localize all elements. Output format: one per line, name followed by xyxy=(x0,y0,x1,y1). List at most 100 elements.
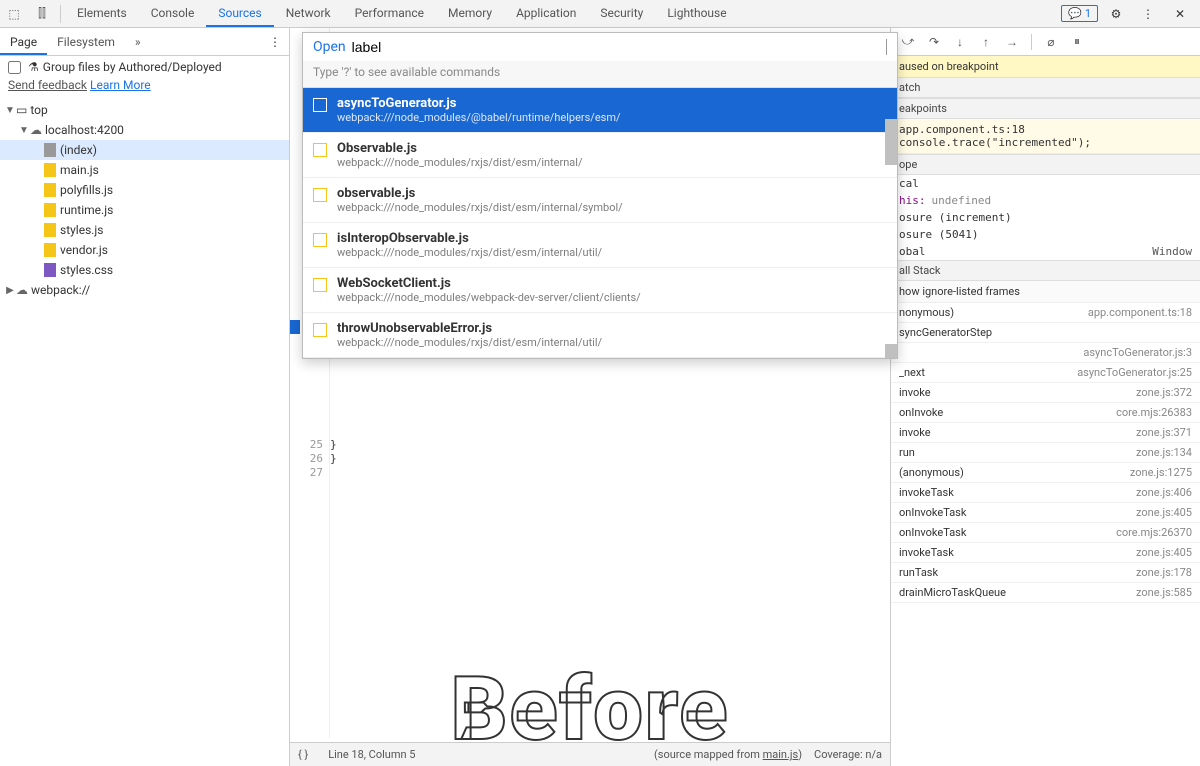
tab-sources[interactable]: Sources xyxy=(206,0,273,27)
call-stack-frame[interactable]: invokezone.js:372 xyxy=(891,383,1200,403)
deactivate-breakpoints-icon[interactable]: ⌀ xyxy=(1042,33,1060,51)
call-stack-frame[interactable]: invokeTaskzone.js:405 xyxy=(891,543,1200,563)
tab-performance[interactable]: Performance xyxy=(343,0,436,27)
file-icon xyxy=(44,183,56,197)
coverage-label: Coverage: n/a xyxy=(814,748,882,761)
tab-elements[interactable]: Elements xyxy=(65,0,139,27)
tab-page[interactable]: Page xyxy=(0,28,47,55)
more-icon[interactable]: ⋮ xyxy=(1134,0,1162,28)
file-icon xyxy=(313,233,327,247)
quick-open-dialog: Open Type '?' to see available commands … xyxy=(302,32,898,359)
file-icon xyxy=(44,203,56,217)
scope-global[interactable]: obalWindow xyxy=(891,243,1200,260)
call-stack-frame[interactable]: nonymous)app.component.ts:18 xyxy=(891,303,1200,323)
step-icon[interactable]: → xyxy=(1003,33,1021,51)
call-stack-frame[interactable]: drainMicroTaskQueuezone.js:585 xyxy=(891,583,1200,603)
file-icon xyxy=(44,243,56,257)
debug-toolbar: ⤻ ↷ ↓ ↑ → ⌀ ⏸ xyxy=(891,28,1200,56)
call-stack-frame[interactable]: onInvokeTaskzone.js:405 xyxy=(891,503,1200,523)
resume-icon[interactable]: ⤻ xyxy=(899,33,917,51)
experiment-icon: ⚗ xyxy=(28,60,39,74)
tree-host[interactable]: ▼ localhost:4200 xyxy=(0,120,289,140)
inspect-icon[interactable]: ⬚ xyxy=(0,0,28,28)
call-stack-frame[interactable]: syncGeneratorStep xyxy=(891,323,1200,343)
section-breakpoints[interactable]: eakpoints xyxy=(891,98,1200,119)
quick-open-result[interactable]: isInteropObservable.jswebpack:///node_mo… xyxy=(303,223,897,268)
tab-application[interactable]: Application xyxy=(504,0,588,27)
quick-open-result[interactable]: WebSocketClient.jswebpack:///node_module… xyxy=(303,268,897,313)
sources-navigator: Page Filesystem » ⋮ ⚗ Group files by Aut… xyxy=(0,28,290,766)
tree-file[interactable]: (index) xyxy=(0,140,289,160)
file-icon xyxy=(313,323,327,337)
tree-file[interactable]: polyfills.js xyxy=(0,180,289,200)
pause-exceptions-icon[interactable]: ⏸ xyxy=(1068,33,1086,51)
scrollbar-down-icon[interactable] xyxy=(885,344,897,358)
device-toggle-icon[interactable]: ⫿⫿ xyxy=(28,0,56,28)
show-ignore-listed[interactable]: how ignore-listed frames xyxy=(891,281,1200,303)
feedback-badge[interactable]: 💬 1 xyxy=(1061,5,1098,22)
tree-file[interactable]: styles.css xyxy=(0,260,289,280)
close-icon[interactable]: ✕ xyxy=(1166,0,1194,28)
source-mapped-label: (source mapped from main.js) xyxy=(654,748,802,761)
tree-file[interactable]: vendor.js xyxy=(0,240,289,260)
tree-file[interactable]: main.js xyxy=(0,160,289,180)
scope-closure[interactable]: osure (increment) xyxy=(891,209,1200,226)
main-tabs: ElementsConsoleSourcesNetworkPerformance… xyxy=(65,0,739,27)
file-icon xyxy=(44,263,56,277)
tab-security[interactable]: Security xyxy=(588,0,655,27)
tab-network[interactable]: Network xyxy=(274,0,343,27)
call-stack-frame[interactable]: invokeTaskzone.js:406 xyxy=(891,483,1200,503)
scope-closure[interactable]: osure (5041) xyxy=(891,226,1200,243)
quick-open-input[interactable] xyxy=(352,39,887,55)
learn-more-link[interactable]: Learn More xyxy=(90,78,151,92)
step-into-icon[interactable]: ↓ xyxy=(951,33,969,51)
tab-overflow-chevron[interactable]: » xyxy=(125,28,151,55)
quick-open-hint: Type '?' to see available commands xyxy=(303,61,897,88)
pretty-print-icon[interactable]: { } xyxy=(298,748,308,761)
tree-file[interactable]: runtime.js xyxy=(0,200,289,220)
quick-open-result[interactable]: asyncToGenerator.jswebpack:///node_modul… xyxy=(303,88,897,133)
call-stack-frame[interactable]: invokezone.js:371 xyxy=(891,423,1200,443)
tab-filesystem[interactable]: Filesystem xyxy=(47,28,125,55)
tree-top[interactable]: ▼▭ top xyxy=(0,100,289,120)
file-icon xyxy=(44,163,56,177)
tab-memory[interactable]: Memory xyxy=(436,0,504,27)
section-call-stack[interactable]: all Stack xyxy=(891,260,1200,281)
file-icon xyxy=(44,143,56,157)
file-icon xyxy=(313,98,327,112)
file-tree: ▼▭ top ▼ localhost:4200 (index)main.jspo… xyxy=(0,98,289,766)
scope-local[interactable]: cal xyxy=(891,175,1200,192)
call-stack-frame[interactable]: runzone.js:134 xyxy=(891,443,1200,463)
tree-file[interactable]: styles.js xyxy=(0,220,289,240)
send-feedback-link[interactable]: Send feedback xyxy=(8,78,87,92)
call-stack-frame[interactable]: (anonymous)zone.js:1275 xyxy=(891,463,1200,483)
quick-open-result[interactable]: throwUnobservableError.jswebpack:///node… xyxy=(303,313,897,358)
section-scope[interactable]: ope xyxy=(891,154,1200,175)
source-map-link[interactable]: main.js xyxy=(763,748,799,761)
tab-lighthouse[interactable]: Lighthouse xyxy=(655,0,738,27)
settings-icon[interactable]: ⚙ xyxy=(1102,0,1130,28)
navigator-more-icon[interactable]: ⋮ xyxy=(261,35,289,49)
tree-webpack[interactable]: ▶ webpack:// xyxy=(0,280,289,300)
call-stack-frame[interactable]: _nextasyncToGenerator.js:25 xyxy=(891,363,1200,383)
separator xyxy=(60,5,61,23)
call-stack-frame[interactable]: runTaskzone.js:178 xyxy=(891,563,1200,583)
debugger-panel: ⤻ ↷ ↓ ↑ → ⌀ ⏸ aused on breakpoint atch e… xyxy=(890,28,1200,766)
devtools-topbar: ⬚ ⫿⫿ ElementsConsoleSourcesNetworkPerfor… xyxy=(0,0,1200,28)
scrollbar-thumb[interactable] xyxy=(885,119,897,165)
call-stack-frame[interactable]: onInvokeTaskcore.mjs:26370 xyxy=(891,523,1200,543)
step-over-icon[interactable]: ↷ xyxy=(925,33,943,51)
call-stack-frame[interactable]: onInvokecore.mjs:26383 xyxy=(891,403,1200,423)
call-stack-frame[interactable]: asyncToGenerator.js:3 xyxy=(891,343,1200,363)
section-watch[interactable]: atch xyxy=(891,77,1200,98)
pause-banner: aused on breakpoint xyxy=(891,56,1200,77)
quick-open-mode-label: Open xyxy=(313,39,346,55)
group-files-row: ⚗ Group files by Authored/Deployed xyxy=(0,56,289,78)
breakpoint-item[interactable]: app.component.ts:18 console.trace("incre… xyxy=(891,119,1200,154)
quick-open-result[interactable]: observable.jswebpack:///node_modules/rxj… xyxy=(303,178,897,223)
tab-console[interactable]: Console xyxy=(139,0,207,27)
group-files-checkbox[interactable] xyxy=(8,61,21,74)
step-out-icon[interactable]: ↑ xyxy=(977,33,995,51)
file-icon xyxy=(313,188,327,202)
quick-open-result[interactable]: Observable.jswebpack:///node_modules/rxj… xyxy=(303,133,897,178)
